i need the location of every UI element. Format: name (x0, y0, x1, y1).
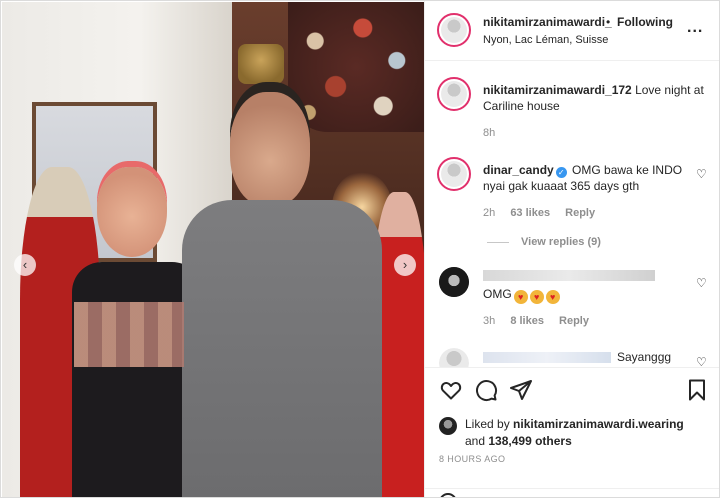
comment-item: OMG ♥ ♥ ♥ (483, 286, 560, 304)
liker-avatar[interactable] (439, 417, 457, 435)
comment-username[interactable]: dinar_candy (483, 163, 554, 177)
post-photo[interactable]: ‹ › (2, 2, 424, 497)
reply-button[interactable]: Reply (565, 207, 595, 219)
post-side-panel: nikitamirzanimawardi_ • Following Nyon, … (424, 1, 719, 497)
following-button[interactable]: Following (617, 15, 673, 29)
likes-summary: Liked by nikitamirzanimawardi.wearing an… (465, 416, 715, 450)
comment-text: Sayanggg (617, 350, 672, 364)
photo-woman-head (97, 167, 167, 257)
verified-badge-icon: ✓ (555, 167, 567, 178)
heart-eyes-emoji-icon: ♥ (513, 290, 528, 304)
view-replies-button[interactable]: View replies (9) (487, 236, 601, 248)
post-actions: Liked by nikitamirzanimawardi.wearing an… (425, 367, 719, 497)
comment-meta: 3h 8 likes Reply (483, 315, 601, 327)
comment-icon[interactable] (474, 378, 498, 402)
redacted-username (483, 352, 611, 363)
heart-eyes-emoji-icon: ♥ (529, 290, 544, 304)
comment-avatar[interactable] (439, 267, 469, 297)
instagram-post-modal: ‹ › nikitamirzanimawardi_ • Following Ny… (0, 0, 720, 498)
heart-eyes-emoji-icon: ♥ (545, 290, 560, 304)
separator-dot: • (606, 15, 611, 29)
chevron-right-icon[interactable]: › (394, 254, 416, 276)
liked-by-label: Liked by (465, 417, 510, 431)
author-username[interactable]: nikitamirzanimawardi_ (483, 15, 612, 29)
comment-item: dinar_candy ✓ OMG bawa ke INDO nyai gak k… (483, 162, 688, 194)
comment-avatar[interactable] (437, 157, 471, 191)
redacted-username (483, 270, 655, 281)
comment-likes[interactable]: 63 likes (510, 207, 550, 219)
caption: nikitamirzanimawardi_172 Love night at C… (483, 82, 708, 114)
chevron-left-icon[interactable]: ‹ (14, 254, 36, 276)
post-header: nikitamirzanimawardi_ • Following Nyon, … (425, 1, 719, 61)
comment-like-heart-icon[interactable]: ♡ (696, 356, 708, 367)
post-location[interactable]: Nyon, Lac Léman, Suisse (483, 34, 608, 46)
photo-man (182, 92, 382, 497)
add-comment-bar[interactable] (425, 488, 719, 497)
comment-like-heart-icon[interactable]: ♡ (696, 168, 708, 180)
replies-divider (487, 241, 509, 243)
comment-time: 2h (483, 207, 496, 219)
comment-meta: 2h 63 likes Reply (483, 207, 607, 219)
caption-time: 8h (483, 127, 496, 139)
bookmark-icon[interactable] (685, 378, 709, 402)
likes-others-count[interactable]: 138,499 others (488, 434, 571, 448)
comment-like-heart-icon[interactable]: ♡ (696, 277, 708, 289)
comment-time: 3h (483, 315, 496, 327)
post-timestamp[interactable]: 8 HOURS AGO (439, 454, 505, 464)
photo-man-head (230, 92, 310, 207)
caption-avatar[interactable] (437, 77, 471, 111)
liker-username[interactable]: nikitamirzanimawardi.wearing (513, 417, 684, 431)
comment-avatar[interactable] (439, 348, 469, 367)
heart-icon[interactable] (439, 378, 463, 402)
caption-username[interactable]: nikitamirzanimawardi_172 (483, 83, 632, 97)
photo-censor-blur (74, 302, 184, 367)
likes-and-label: and (465, 434, 486, 448)
reply-button[interactable]: Reply (559, 315, 589, 327)
share-icon[interactable] (509, 378, 533, 402)
more-options-icon[interactable]: ... (687, 19, 703, 37)
photo-man-sweater (182, 200, 382, 497)
photo-bust-decor (238, 44, 284, 84)
comments-list[interactable]: nikitamirzanimawardi_172 Love night at C… (425, 62, 719, 367)
view-replies-label: View replies (9) (521, 236, 601, 248)
comment-likes[interactable]: 8 likes (510, 315, 544, 327)
comment-text: OMG (483, 287, 512, 301)
emoji-icon[interactable] (439, 493, 457, 497)
author-avatar[interactable] (437, 13, 471, 47)
